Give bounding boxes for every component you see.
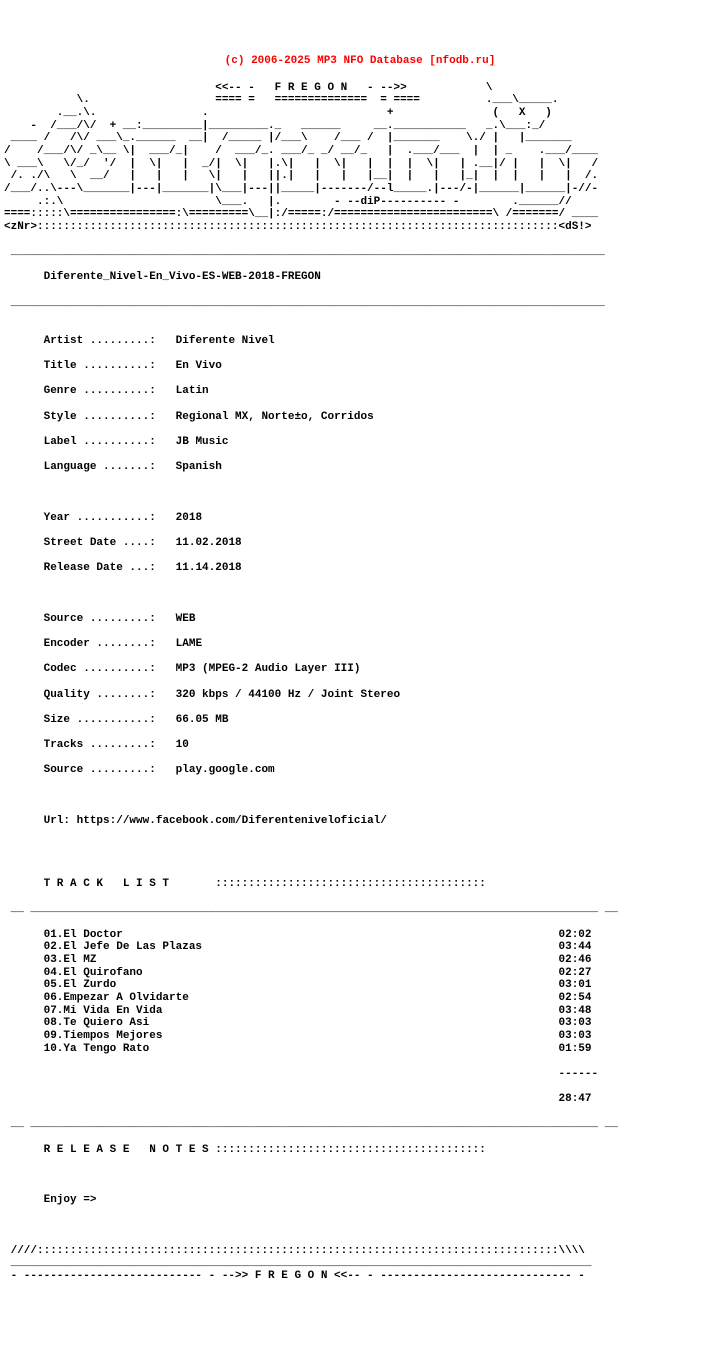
info-title: Title ..........: En Vivo [4,360,716,373]
copyright-header: (c) 2006-2025 MP3 NFO Database [nfodb.ru… [4,55,716,68]
track-row: 04.El Quirofano 02:27 [4,967,716,980]
divider: ________________________________________… [4,246,716,259]
notes-text-row: Enjoy => [4,1194,716,1207]
info-language: Language .......: Spanish [4,461,716,474]
footer-ascii: ////::::::::::::::::::::::::::::::::::::… [4,1245,716,1283]
info-year: Year ...........: 2018 [4,512,716,525]
info-source2: Source .........: play.google.com [4,764,716,777]
release-name-row: Diferente_Nivel-En_Vivo-ES-WEB-2018-FREG… [4,271,716,284]
info-encoder: Encoder ........: LAME [4,638,716,651]
release-name: Diferente_Nivel-En_Vivo-ES-WEB-2018-FREG… [44,271,321,283]
track-row: 01.El Doctor 02:02 [4,929,716,942]
info-street-date: Street Date ....: 11.02.2018 [4,537,716,550]
info-source: Source .........: WEB [4,613,716,626]
info-release-date: Release Date ...: 11.14.2018 [4,562,716,575]
info-tracks: Tracks .........: 10 [4,739,716,752]
divider: __ _____________________________________… [4,1118,716,1131]
total-time-row: 28:47 [4,1093,716,1106]
track-row: 09.Tiempos Mejores 03:03 [4,1030,716,1043]
info-genre: Genre ..........: Latin [4,385,716,398]
divider: __ _____________________________________… [4,903,716,916]
total-divider: ------ [4,1068,716,1081]
info-block: Artist .........: Diferente Nivel Title … [4,322,716,840]
info-url: Url: https://www.facebook.com/Diferenten… [4,815,716,828]
blank [4,853,716,866]
ascii-logo: <<-- - F R E G O N - -->> \ \. ==== = ==… [4,82,716,234]
info-artist: Artist .........: Diferente Nivel [4,335,716,348]
track-row: 08.Te Quiero Asi 03:03 [4,1017,716,1030]
divider: ________________________________________… [4,297,716,310]
tracks-container: 01.El Doctor 02:02 02.El Jefe De Las Pla… [4,929,716,1055]
info-style: Style ..........: Regional MX, Norte±o, … [4,411,716,424]
blank [4,1169,716,1182]
track-row: 07.Mi Vida En Vida 03:48 [4,1005,716,1018]
tracklist-header: T R A C K L I S T ::::::::::::::::::::::… [4,878,716,891]
info-label: Label ..........: JB Music [4,436,716,449]
track-row: 05.El Zurdo 03:01 [4,979,716,992]
notes-header: R E L E A S E N O T E S ::::::::::::::::… [4,1144,716,1157]
track-row: 02.El Jefe De Las Plazas 03:44 [4,941,716,954]
blank [4,486,716,499]
track-row: 10.Ya Tengo Rato 01:59 [4,1043,716,1056]
blank [4,1220,716,1233]
track-row: 06.Empezar A Olvidarte 02:54 [4,992,716,1005]
track-row: 03.El MZ 02:46 [4,954,716,967]
blank [4,587,716,600]
info-codec: Codec ..........: MP3 (MPEG-2 Audio Laye… [4,663,716,676]
info-quality: Quality ........: 320 kbps / 44100 Hz / … [4,689,716,702]
info-size: Size ...........: 66.05 MB [4,714,716,727]
